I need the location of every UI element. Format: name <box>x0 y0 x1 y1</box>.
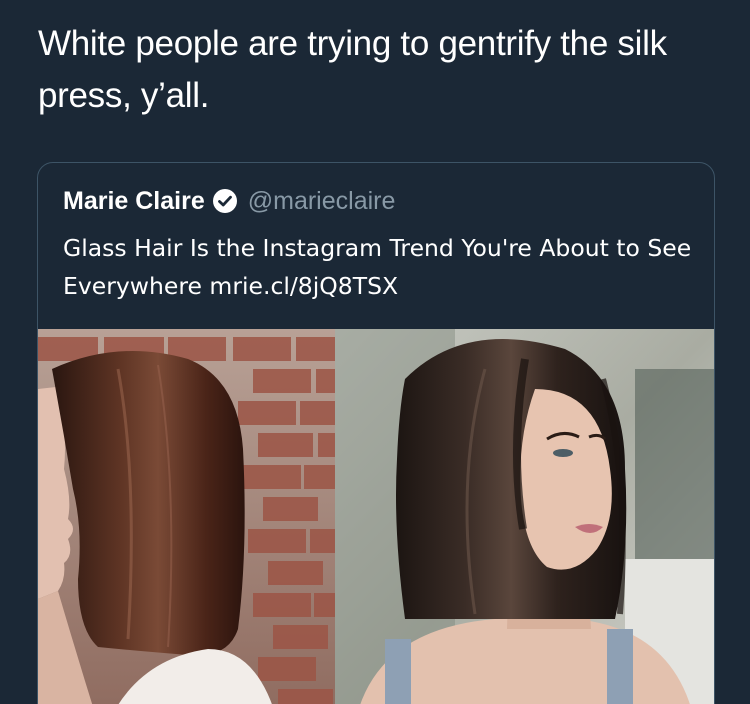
quoted-tweet-text: Glass Hair Is the Instagram Trend You're… <box>63 234 692 300</box>
verified-badge-icon <box>212 188 238 214</box>
author-handle[interactable]: @marieclaire <box>248 187 396 216</box>
tweet-screenshot: White people are trying to gentrify the … <box>0 0 750 704</box>
quoted-tweet-header: Marie Claire @marieclaire <box>63 184 395 218</box>
photo-profile-bob[interactable] <box>38 329 335 704</box>
photo-front-bob[interactable] <box>335 329 714 704</box>
quoted-tweet-card[interactable]: Marie Claire @marieclaire Glass Hair Is … <box>37 162 715 704</box>
author-name[interactable]: Marie Claire <box>63 187 205 216</box>
tweet-text: White people are trying to gentrify the … <box>38 24 667 115</box>
media-gallery[interactable] <box>38 329 714 704</box>
